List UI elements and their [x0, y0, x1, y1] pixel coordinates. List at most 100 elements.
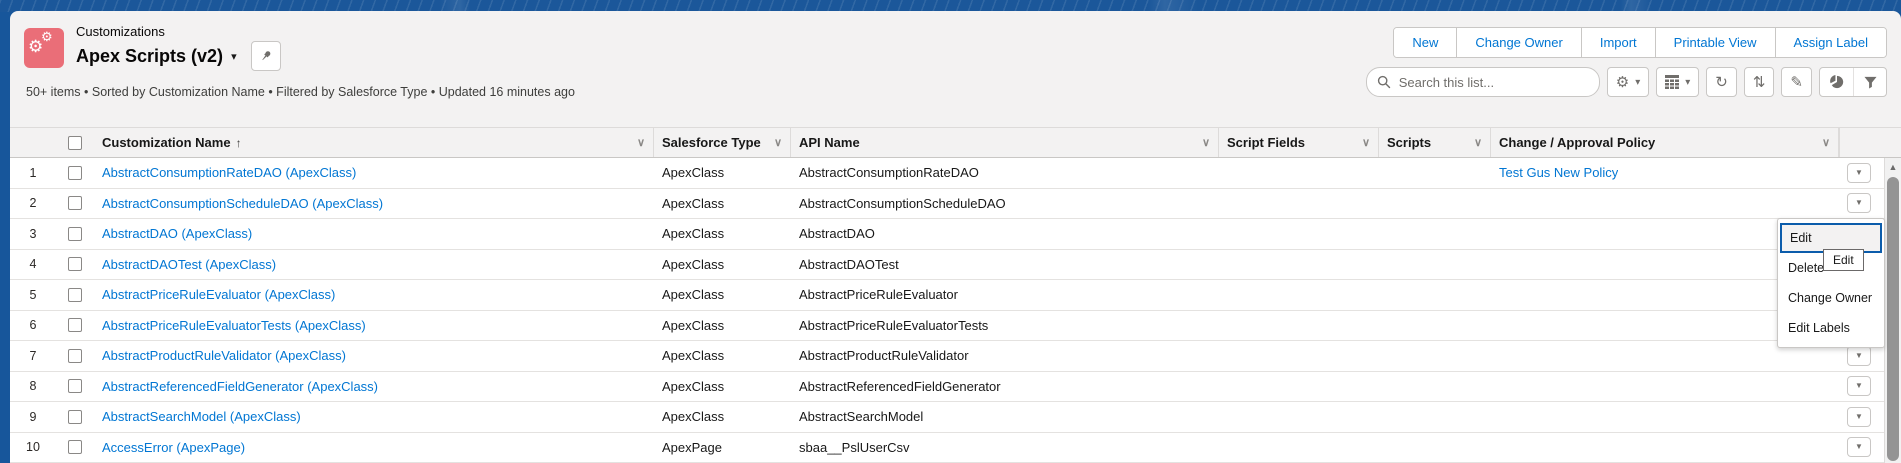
scripts-cell — [1379, 250, 1491, 280]
charts-button[interactable] — [1820, 68, 1853, 96]
charts-filter-group — [1819, 67, 1887, 97]
customization-name-link[interactable]: AbstractConsumptionScheduleDAO (ApexClas… — [102, 196, 383, 211]
row-actions-button[interactable]: ▼ — [1847, 437, 1871, 458]
inline-edit-button[interactable]: ✎ — [1781, 67, 1812, 97]
row-checkbox[interactable] — [68, 318, 82, 333]
menu-item-edit-labels[interactable]: Edit Labels — [1778, 313, 1884, 343]
policy-cell — [1491, 433, 1839, 463]
header-action-new[interactable]: New — [1394, 28, 1457, 57]
salesforce-type-cell: ApexPage — [662, 439, 722, 455]
row-checkbox[interactable] — [68, 165, 82, 180]
column-menu-chevron-icon[interactable]: ∨ — [1468, 136, 1482, 149]
scroll-up-arrow-icon[interactable]: ▲ — [1885, 158, 1901, 175]
scripts-cell — [1379, 341, 1491, 371]
scrollbar-thumb[interactable] — [1887, 177, 1899, 461]
vertical-scrollbar[interactable]: ▲ — [1884, 158, 1901, 463]
row-checkbox-cell — [56, 189, 94, 219]
table-row[interactable]: 8 AbstractReferencedFieldGenerator (ApexC… — [10, 371, 1901, 402]
row-actions-button[interactable]: ▼ — [1847, 345, 1871, 366]
list-view-title: Apex Scripts (v2) — [76, 46, 224, 66]
table-row[interactable]: 10 AccessError (ApexPage) ApexPage sbaa__Ps… — [10, 432, 1901, 463]
table-row[interactable]: 5 AbstractPriceRuleEvaluator (ApexClass) A… — [10, 280, 1901, 311]
row-actions-button[interactable]: ▼ — [1847, 406, 1871, 427]
table-row[interactable]: 4 AbstractDAOTest (ApexClass) ApexClass Abs… — [10, 249, 1901, 280]
customization-name-link[interactable]: AbstractDAOTest (ApexClass) — [102, 257, 276, 272]
customization-name-link[interactable]: AbstractDAO (ApexClass) — [102, 226, 252, 241]
sort-button[interactable]: ⇅ — [1743, 67, 1775, 97]
column-label: Scripts — [1387, 135, 1432, 150]
script-fields-cell — [1219, 341, 1379, 371]
row-actions-button[interactable]: ▼ — [1847, 162, 1871, 183]
header-action-change-owner[interactable]: Change Owner — [1456, 28, 1581, 57]
grid-icon — [1665, 75, 1680, 89]
salesforce-type-cell: ApexClass — [662, 378, 725, 394]
table-row[interactable]: 2 AbstractConsumptionScheduleDAO (ApexCla… — [10, 188, 1901, 219]
table-row[interactable]: 7 AbstractProductRuleValidator (ApexClass… — [10, 341, 1901, 372]
customization-name-link[interactable]: AbstractConsumptionRateDAO (ApexClass) — [102, 165, 356, 180]
scripts-cell — [1379, 311, 1491, 341]
customization-name-link[interactable]: AccessError (ApexPage) — [102, 440, 245, 455]
table-header-row: Customization Name ↑ ∨ Salesforce Type ∨ API … — [10, 127, 1901, 158]
row-checkbox[interactable] — [68, 226, 82, 241]
table-row[interactable]: 1 AbstractConsumptionRateDAO (ApexClass) A… — [10, 158, 1901, 189]
row-actions-button[interactable]: ▼ — [1847, 193, 1871, 214]
header-action-printable-view[interactable]: Printable View — [1654, 28, 1775, 57]
script-fields-cell — [1219, 250, 1379, 280]
salesforce-type-cell: ApexClass — [662, 256, 725, 272]
chevron-down-icon: ▼ — [1855, 350, 1863, 360]
column-label: Salesforce Type — [662, 135, 761, 150]
column-menu-chevron-icon[interactable]: ∨ — [1196, 136, 1210, 149]
column-header-scripts: Scripts ∨ — [1379, 128, 1491, 157]
customization-name-cell: AbstractPriceRuleEvaluator (ApexClass) — [94, 280, 654, 310]
column-menu-chevron-icon[interactable]: ∨ — [768, 136, 782, 149]
row-actions-cell: ▼ — [1839, 372, 1879, 402]
filter-button[interactable] — [1853, 68, 1886, 96]
table-row[interactable]: 3 AbstractDAO (ApexClass) ApexClass Abstrac… — [10, 219, 1901, 250]
column-menu-chevron-icon[interactable]: ∨ — [1356, 136, 1370, 149]
list-view-controls-button[interactable]: ⚙ ▾ — [1606, 67, 1650, 97]
column-menu-chevron-icon[interactable]: ∨ — [1816, 136, 1830, 149]
row-checkbox[interactable] — [68, 409, 82, 424]
gear-icon: ⚙ — [41, 28, 53, 44]
script-fields-cell — [1219, 433, 1379, 463]
column-label: Customization Name — [102, 135, 231, 150]
row-actions-button[interactable]: ▼ — [1847, 376, 1871, 397]
row-checkbox[interactable] — [68, 257, 82, 272]
select-all-checkbox[interactable] — [68, 135, 82, 150]
customization-name-link[interactable]: AbstractSearchModel (ApexClass) — [102, 409, 301, 424]
list-view-table: Customization Name ↑ ∨ Salesforce Type ∨ API … — [10, 127, 1901, 463]
chevron-down-icon: ▼ — [1855, 381, 1863, 391]
row-checkbox[interactable] — [68, 379, 82, 394]
list-view-selector-caret-icon[interactable]: ▾ — [231, 50, 237, 63]
row-checkbox[interactable] — [68, 440, 82, 455]
pin-list-button[interactable] — [250, 41, 281, 71]
api-name-cell: AbstractProductRuleValidator — [799, 348, 969, 364]
customization-name-cell: AbstractPriceRuleEvaluatorTests (ApexCla… — [94, 311, 654, 341]
customization-name-link[interactable]: AbstractProductRuleValidator (ApexClass) — [102, 348, 346, 363]
row-checkbox[interactable] — [68, 196, 82, 211]
customization-name-link[interactable]: AbstractPriceRuleEvaluator (ApexClass) — [102, 287, 335, 302]
scripts-cell — [1379, 219, 1491, 249]
menu-item-change-owner[interactable]: Change Owner — [1778, 283, 1884, 313]
column-menu-chevron-icon[interactable]: ∨ — [631, 136, 645, 149]
row-actions-menu: Edit Delete Change Owner Edit Labels — [1777, 218, 1885, 348]
row-number: 9 — [29, 409, 37, 424]
search-input[interactable] — [1398, 74, 1589, 90]
table-row[interactable]: 9 AbstractSearchModel (ApexClass) ApexClas… — [10, 402, 1901, 433]
header-action-assign-label[interactable]: Assign Label — [1774, 28, 1886, 57]
customization-name-link[interactable]: AbstractReferencedFieldGenerator (ApexCl… — [102, 379, 378, 394]
customization-name-cell: AbstractDAO (ApexClass) — [94, 219, 654, 249]
row-actions-cell: ▼ — [1839, 433, 1879, 463]
row-checkbox[interactable] — [68, 287, 82, 302]
table-row[interactable]: 6 AbstractPriceRuleEvaluatorTests (ApexCl… — [10, 310, 1901, 341]
refresh-button[interactable]: ↻ — [1706, 67, 1737, 97]
object-label: Customizations — [76, 24, 165, 39]
customization-name-link[interactable]: AbstractPriceRuleEvaluatorTests (ApexCla… — [102, 318, 366, 333]
row-checkbox-cell — [56, 158, 94, 188]
header-action-import[interactable]: Import — [1580, 28, 1655, 57]
row-checkbox[interactable] — [68, 348, 82, 363]
list-action-buttons: New Change Owner Import Printable View Assig… — [1393, 27, 1887, 58]
script-fields-cell — [1219, 158, 1379, 188]
policy-link[interactable]: Test Gus New Policy — [1499, 165, 1618, 180]
display-as-button[interactable]: ▾ — [1656, 67, 1700, 97]
